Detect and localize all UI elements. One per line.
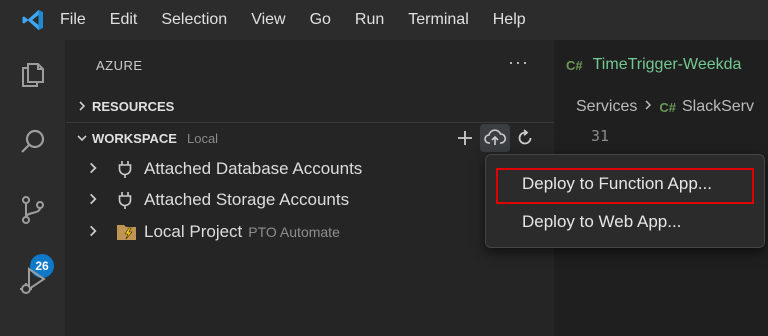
local-project-desc: PTO Automate bbox=[248, 224, 340, 240]
tree-item-local-project[interactable]: Local Project PTO Automate bbox=[66, 217, 486, 247]
workspace-actions bbox=[450, 124, 540, 152]
workspace-desc: Local bbox=[186, 130, 219, 146]
resources-label: RESOURCES bbox=[92, 98, 175, 114]
menu-selection[interactable]: Selection bbox=[149, 0, 239, 40]
chevron-right-icon bbox=[86, 192, 100, 211]
line-number: 31 bbox=[591, 127, 610, 145]
tree-item-label: Local Project PTO Automate bbox=[144, 222, 340, 242]
refresh-icon[interactable] bbox=[510, 124, 540, 152]
chevron-down-icon bbox=[66, 132, 92, 144]
plug-icon bbox=[116, 159, 134, 184]
source-control-icon[interactable] bbox=[0, 180, 66, 240]
tab-timetrigger[interactable]: C# TimeTrigger-Weekda bbox=[554, 40, 768, 90]
deploy-cloud-icon[interactable] bbox=[480, 124, 510, 152]
vscode-logo-icon bbox=[0, 0, 66, 40]
plug-icon bbox=[116, 190, 134, 215]
title-bar: File Edit Selection View Go Run Terminal… bbox=[0, 0, 768, 40]
menu-terminal[interactable]: Terminal bbox=[396, 0, 480, 40]
breadcrumb: Services C# SlackServ bbox=[554, 94, 768, 120]
chevron-right-icon bbox=[86, 224, 100, 243]
menu-view[interactable]: View bbox=[239, 0, 297, 40]
tree-item-database-accounts[interactable]: Attached Database Accounts bbox=[66, 154, 486, 184]
tree-item-label: Attached Storage Accounts bbox=[144, 190, 350, 209]
resources-section[interactable]: RESOURCES bbox=[66, 92, 554, 120]
editor-tab-bar: C# TimeTrigger-Weekda bbox=[554, 40, 768, 90]
azure-sidebar: AZURE ··· RESOURCES WORKSPACE Local Atta… bbox=[66, 40, 554, 336]
menu-deploy-function-app[interactable]: Deploy to Function App... bbox=[496, 168, 764, 204]
function-folder-icon bbox=[116, 222, 138, 247]
explorer-icon[interactable] bbox=[0, 44, 66, 104]
menu-run[interactable]: Run bbox=[343, 0, 396, 40]
local-project-label: Local Project bbox=[144, 222, 243, 241]
workspace-label: WORKSPACE bbox=[92, 130, 177, 146]
menu-go[interactable]: Go bbox=[298, 0, 343, 40]
section-divider bbox=[66, 122, 554, 123]
run-debug-icon[interactable] bbox=[0, 250, 66, 310]
sidebar-title: AZURE bbox=[96, 58, 143, 73]
chevron-right-icon bbox=[86, 161, 100, 180]
deploy-context-menu: Deploy to Function App... Deploy to Web … bbox=[485, 154, 765, 248]
tree-item-storage-accounts[interactable]: Attached Storage Accounts bbox=[66, 185, 486, 215]
chevron-right-icon bbox=[643, 98, 653, 116]
tab-label: TimeTrigger-Weekda bbox=[592, 56, 742, 73]
more-actions-icon[interactable]: ··· bbox=[508, 52, 529, 73]
menu-file[interactable]: File bbox=[60, 0, 98, 40]
menu-help[interactable]: Help bbox=[481, 0, 538, 40]
csharp-icon: C# bbox=[566, 57, 583, 73]
menu-edit[interactable]: Edit bbox=[98, 0, 150, 40]
add-icon[interactable] bbox=[450, 124, 480, 152]
breadcrumb-file[interactable]: SlackServ bbox=[682, 98, 754, 116]
csharp-icon: C# bbox=[659, 99, 676, 115]
menu-bar: File Edit Selection View Go Run Terminal… bbox=[60, 0, 538, 40]
chevron-right-icon bbox=[66, 100, 92, 112]
tree-item-label: Attached Database Accounts bbox=[144, 159, 363, 178]
activity-bar: 26 bbox=[0, 40, 66, 336]
search-icon[interactable] bbox=[0, 112, 66, 172]
menu-deploy-web-app[interactable]: Deploy to Web App... bbox=[486, 207, 764, 237]
breadcrumb-folder[interactable]: Services bbox=[576, 98, 637, 116]
